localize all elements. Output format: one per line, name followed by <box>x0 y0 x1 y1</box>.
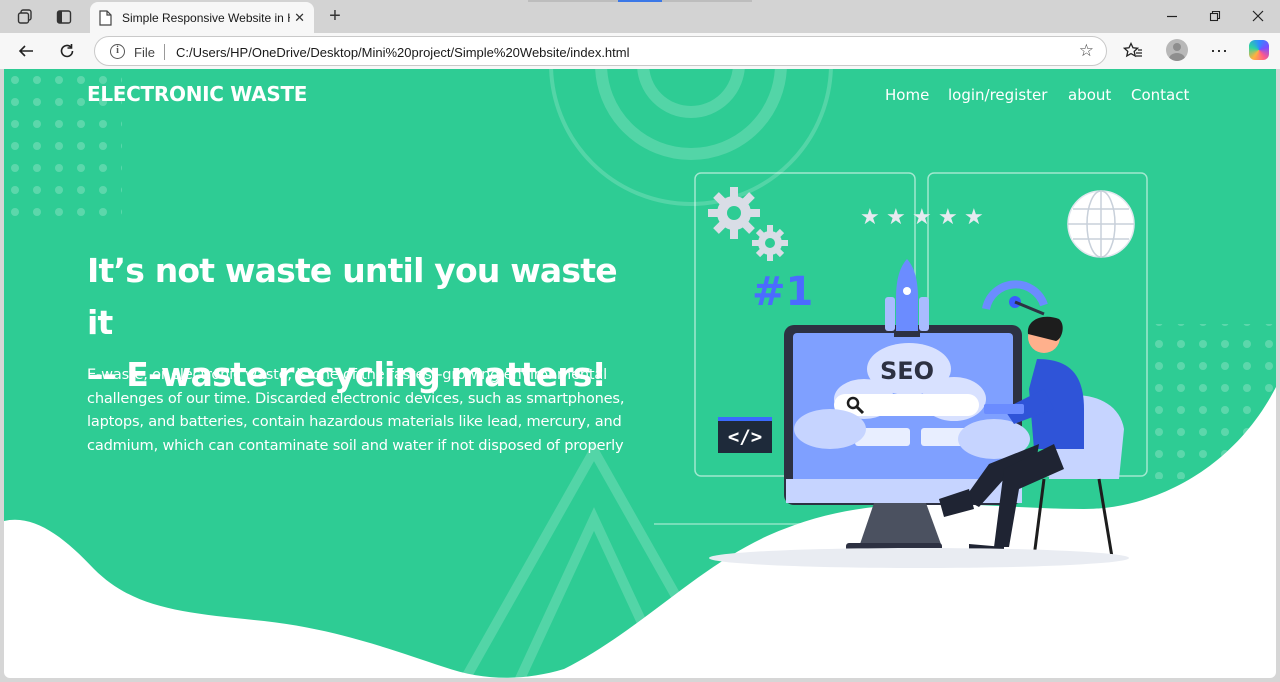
tab-strip-indicator <box>528 0 618 2</box>
more-menu-icon[interactable]: ⋯ <box>1206 38 1232 64</box>
star-icon: ★ <box>912 204 932 229</box>
favorite-star-icon[interactable]: ☆ <box>1079 41 1094 61</box>
hero-description: E-waste, or electronic waste, is one of … <box>87 366 625 454</box>
tab-title: Simple Responsive Website in HTML <box>122 10 290 25</box>
site-info-icon[interactable]: i <box>110 44 125 59</box>
minimize-icon[interactable] <box>1152 4 1192 28</box>
document-icon <box>99 9 112 26</box>
workspaces-icon[interactable] <box>12 5 38 29</box>
star-icon: ★ <box>860 204 880 229</box>
browser-tab-bar: Simple Responsive Website in HTML ✕ + <box>0 0 1280 33</box>
address-bar[interactable]: i File C:/Users/HP/OneDrive/Desktop/Mini… <box>94 36 1107 66</box>
nav-link-about[interactable]: about <box>1068 86 1111 104</box>
url-text[interactable]: C:/Users/HP/OneDrive/Desktop/Mini%20proj… <box>176 45 630 60</box>
site-brand-logo[interactable]: ELECTRONIC WASTE <box>87 82 307 106</box>
restore-icon[interactable] <box>1195 4 1235 28</box>
hero-headline-line1: It’s not waste until you waste it <box>87 251 618 342</box>
seo-label: SEO <box>880 357 935 385</box>
tab-close-icon[interactable]: ✕ <box>294 10 305 26</box>
nav-link-home[interactable]: Home <box>885 86 929 104</box>
star-icon: ★ <box>938 204 958 229</box>
globe-icon <box>1067 190 1135 258</box>
refresh-icon[interactable] <box>54 38 80 64</box>
close-window-icon[interactable] <box>1238 4 1278 28</box>
scheme-label: File <box>134 45 155 60</box>
new-tab-button[interactable]: + <box>322 5 348 29</box>
star-icon: ★ <box>886 204 906 229</box>
nav-link-contact[interactable]: Contact <box>1131 86 1189 104</box>
vertical-tabs-icon[interactable] <box>51 5 77 29</box>
profile-avatar[interactable] <box>1166 39 1188 61</box>
browser-toolbar: i File C:/Users/HP/OneDrive/Desktop/Mini… <box>0 33 1280 69</box>
address-separator <box>164 44 165 60</box>
rocket-icon <box>885 259 929 337</box>
copilot-icon[interactable] <box>1249 40 1269 60</box>
favorites-icon[interactable] <box>1120 38 1146 64</box>
gear-icon <box>708 187 788 261</box>
page-viewport: ELECTRONIC WASTE Home login/register abo… <box>4 69 1276 678</box>
rank-badge: #1 <box>752 269 814 315</box>
back-arrow-icon[interactable] <box>13 38 39 64</box>
star-icon: ★ <box>964 204 984 229</box>
rating-stars: ★ ★ ★ ★ ★ <box>860 205 1000 229</box>
nav-link-login-register[interactable]: login/register <box>948 86 1047 104</box>
tab-strip-indicator-active <box>618 0 662 2</box>
code-icon: </> <box>718 417 772 453</box>
tab-active[interactable]: Simple Responsive Website in HTML ✕ <box>90 2 314 33</box>
tab-strip-indicator <box>662 0 752 2</box>
